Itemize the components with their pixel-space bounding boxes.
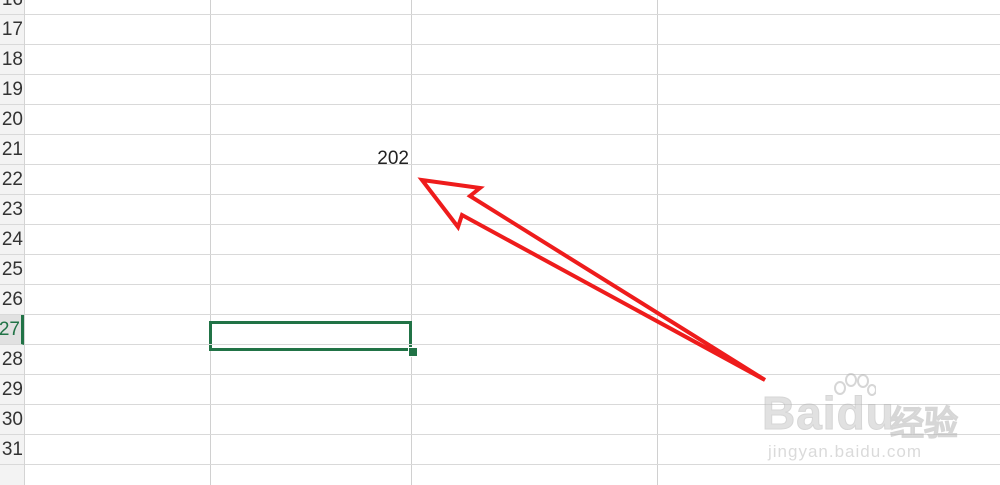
watermark-brand-du: du [836,387,895,440]
watermark-url: jingyan.baidu.com [768,442,923,461]
watermark-brand-latin: Bai [762,387,837,440]
baidu-jingyan-watermark: Baidu 经验 jingyan.baidu.com [762,372,994,472]
spreadsheet-sheet: 16171819202122232425262728293031 202 Bai… [0,0,1000,485]
arrow-icon [417,177,767,382]
watermark-brand: Baidu [762,386,895,440]
watermark-brand-cn: 经验 [890,404,959,445]
